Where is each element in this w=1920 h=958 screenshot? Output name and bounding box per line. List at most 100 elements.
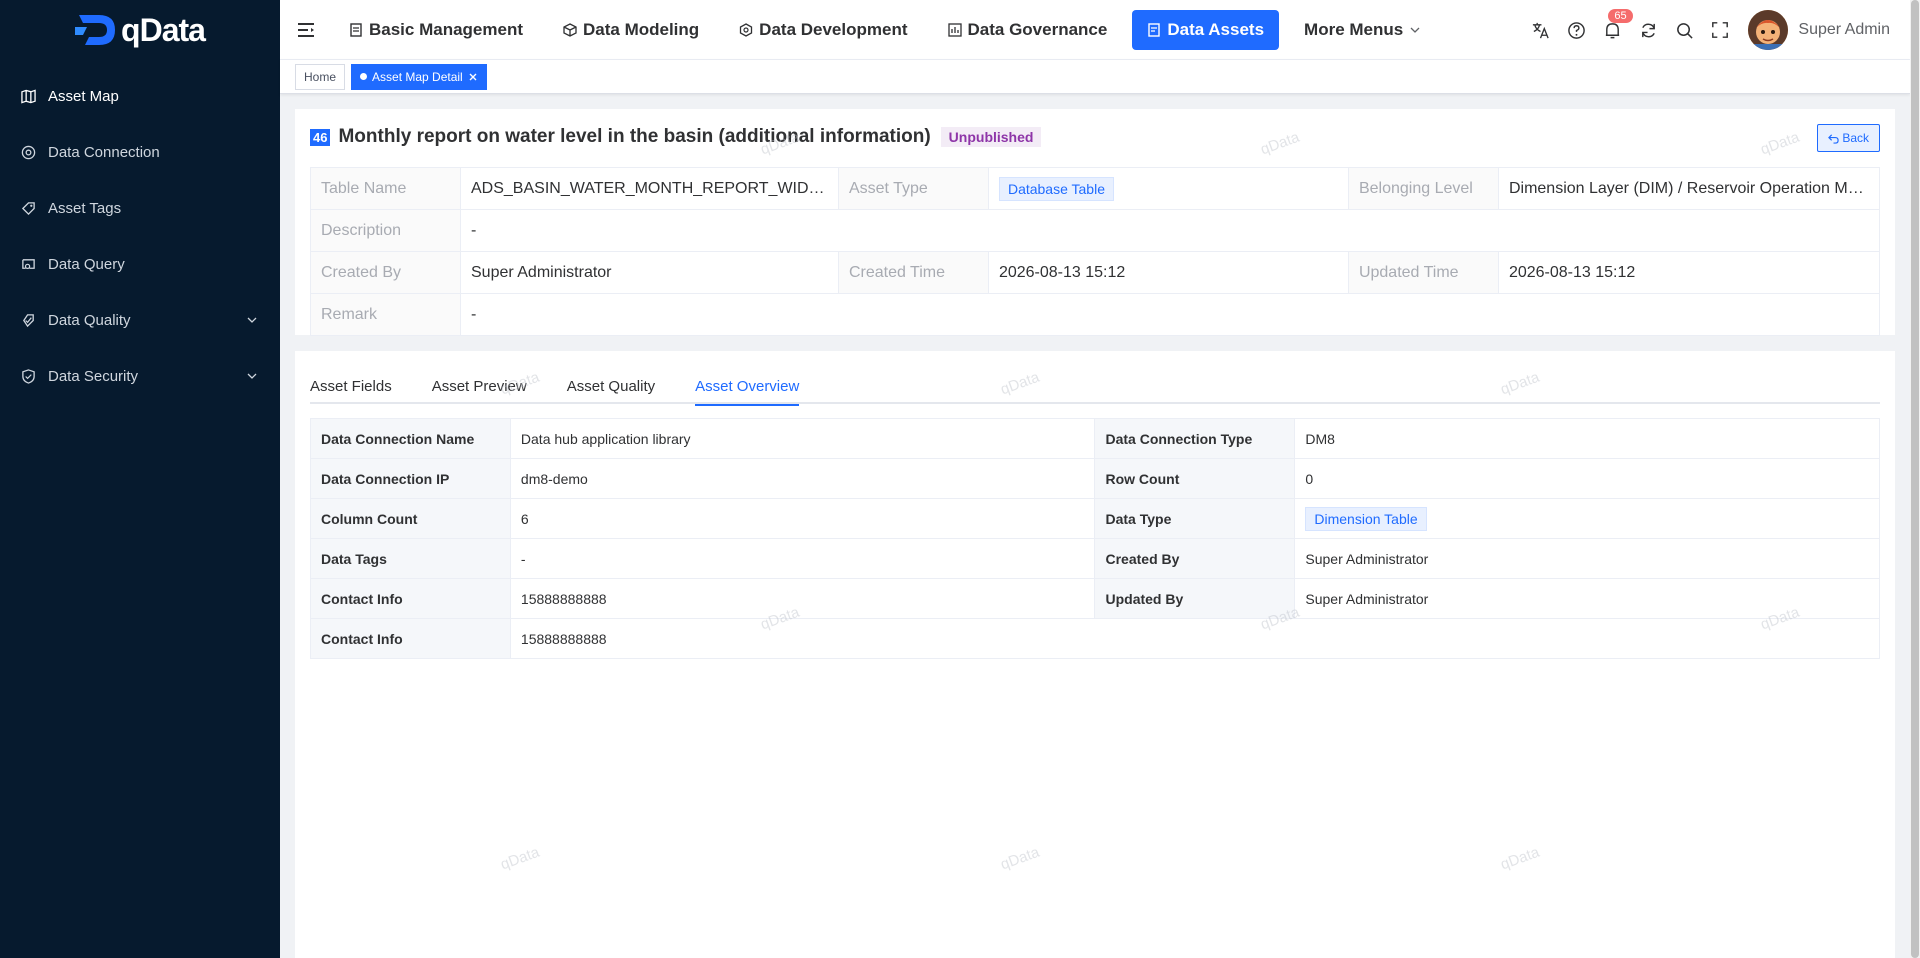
sidebar-item-data-query[interactable]: Data Query	[0, 236, 280, 292]
updated-time-label: Updated Time	[1347, 251, 1499, 294]
topnav-data-modeling[interactable]: Data Modeling	[548, 10, 714, 50]
notification-bell-icon[interactable]: 65	[1602, 9, 1633, 40]
tab-asset-quality[interactable]: Asset Quality	[567, 369, 655, 404]
quality-icon	[20, 312, 36, 328]
topnav-data-assets[interactable]: Data Assets	[1132, 9, 1280, 50]
active-dot-icon	[360, 73, 368, 80]
tab-asset-fields[interactable]: Asset Fields	[310, 369, 392, 404]
help-icon[interactable]	[1566, 20, 1586, 40]
header-actions: 65 Super Admin	[1522, 0, 1910, 60]
table-row: Data Connection IP dm8-demo Row Count 0	[310, 458, 1880, 499]
overview-value: dm8-demo	[509, 458, 1096, 499]
remark-label: Remark	[310, 293, 461, 336]
table-row: Contact Info 15888888888 Updated By Supe…	[310, 578, 1880, 619]
sidebar-item-label: Data Connection	[48, 143, 160, 161]
tag-label: Asset Map Detail	[372, 69, 463, 84]
topnav-label: More Menus	[1304, 19, 1404, 39]
back-label: Back	[1842, 131, 1869, 145]
query-icon	[20, 256, 36, 272]
topnav-more-menus[interactable]: More Menus	[1289, 10, 1436, 50]
notification-badge: 65	[1608, 9, 1633, 23]
asset-icon	[1148, 22, 1161, 37]
page-title: Monthly report on water level in the bas…	[338, 126, 931, 147]
topnav-label: Data Governance	[967, 19, 1108, 39]
connection-icon	[20, 144, 36, 160]
sidebar-item-asset-map[interactable]: Asset Map	[0, 68, 280, 124]
overview-label: Contact Info	[310, 578, 511, 619]
table-row: Column Count 6 Data Type Dimension Table	[310, 498, 1880, 539]
tag-asset-map-detail[interactable]: Asset Map Detail	[351, 63, 487, 90]
sidebar-item-data-connection[interactable]: Data Connection	[0, 124, 280, 180]
translate-icon[interactable]	[1530, 20, 1550, 40]
overview-label: Data Type	[1094, 498, 1296, 539]
table-row: Description -	[310, 209, 1880, 252]
created-time-label: Created Time	[837, 251, 989, 294]
sidebar-item-asset-tags[interactable]: Asset Tags	[0, 180, 280, 236]
logo-icon	[75, 15, 116, 45]
table-name-value: ADS_BASIN_WATER_MONTH_REPORT_WIDE_A...	[460, 167, 839, 210]
topnav-data-governance[interactable]: Data Governance	[933, 10, 1123, 50]
overview-value: 0	[1294, 458, 1880, 499]
hamburger-icon[interactable]	[296, 20, 316, 40]
asset-overview-table: Data Connection Name Data hub applicatio…	[310, 418, 1881, 659]
asset-info-card: 46 Monthly report on water level in the …	[295, 109, 1895, 336]
tag-home[interactable]: Home	[295, 63, 346, 90]
table-row: Contact Info 15888888888	[310, 618, 1881, 659]
overview-label: Data Connection Type	[1094, 418, 1296, 459]
avatar[interactable]	[1748, 10, 1789, 50]
sidebar-nav: Asset Map Data Connection Asset Tags Dat…	[0, 68, 280, 404]
asset-detail-card: Asset Fields Asset Preview Asset Quality…	[295, 351, 1895, 958]
table-row: Table Name ADS_BASIN_WATER_MONTH_REPORT_…	[310, 167, 1881, 210]
created-by-value: Super Administrator	[460, 251, 839, 294]
user-name[interactable]: Super Admin	[1798, 21, 1890, 39]
topnav-basic-management[interactable]: Basic Management	[334, 10, 538, 50]
scrollbar-thumb[interactable]	[1911, 0, 1919, 958]
shield-icon	[20, 368, 36, 384]
fullscreen-icon[interactable]	[1710, 20, 1730, 40]
table-name-label: Table Name	[310, 167, 461, 210]
sidebar-item-label: Data Query	[48, 255, 125, 273]
overview-value: DM8	[1294, 418, 1880, 459]
logo[interactable]: qData	[0, 0, 280, 60]
data-type-tag: Dimension Table	[1305, 506, 1427, 531]
asset-tabs: Asset Fields Asset Preview Asset Quality…	[310, 369, 1880, 406]
refresh-icon[interactable]	[1638, 20, 1658, 40]
map-icon	[20, 88, 36, 104]
page-scrollbar[interactable]	[1910, 0, 1920, 958]
overview-label: Created By	[1094, 538, 1296, 579]
asset-type-tag: Database Table	[998, 176, 1114, 201]
asset-type-cell: Database Table	[987, 167, 1349, 210]
sidebar-item-label: Asset Tags	[48, 199, 122, 217]
topnav-data-development[interactable]: Data Development	[724, 10, 922, 50]
sidebar-item-label: Data Security	[48, 367, 139, 385]
asset-info-table: Table Name ADS_BASIN_WATER_MONTH_REPORT_…	[310, 167, 1881, 336]
search-icon[interactable]	[1674, 20, 1694, 40]
table-row: Data Connection Name Data hub applicatio…	[310, 418, 1880, 459]
overview-value: 15888888888	[509, 578, 1096, 619]
tags-view-bar: Home Asset Map Detail	[280, 60, 1910, 94]
sidebar-item-label: Data Quality	[48, 311, 131, 329]
top-header: Basic Management Data Modeling Data Deve…	[280, 0, 1910, 60]
remark-value: -	[460, 293, 1880, 336]
description-label: Description	[310, 209, 461, 252]
topnav-label: Data Modeling	[583, 19, 700, 39]
overview-value: Super Administrator	[1294, 578, 1880, 619]
sidebar-item-data-security[interactable]: Data Security	[0, 348, 280, 404]
data-type-cell: Dimension Table	[1294, 498, 1880, 539]
close-icon[interactable]	[468, 72, 478, 82]
back-button[interactable]: Back	[1817, 124, 1880, 152]
overview-value: 6	[509, 498, 1096, 539]
tab-asset-preview[interactable]: Asset Preview	[432, 369, 527, 404]
table-row: Remark -	[310, 293, 1880, 336]
tab-asset-overview[interactable]: Asset Overview	[695, 369, 800, 406]
updated-time-value: 2026-08-13 15:12	[1497, 251, 1881, 294]
topnav-label: Data Assets	[1167, 19, 1265, 39]
overview-value: -	[509, 538, 1096, 579]
top-nav: Basic Management Data Modeling Data Deve…	[334, 9, 1446, 50]
doc-icon	[350, 22, 362, 37]
sidebar-item-data-quality[interactable]: Data Quality	[0, 292, 280, 348]
asset-type-label: Asset Type	[837, 167, 989, 210]
overview-label: Updated By	[1094, 578, 1296, 619]
undo-icon	[1828, 133, 1839, 144]
belonging-level-label: Belonging Level	[1347, 167, 1499, 210]
